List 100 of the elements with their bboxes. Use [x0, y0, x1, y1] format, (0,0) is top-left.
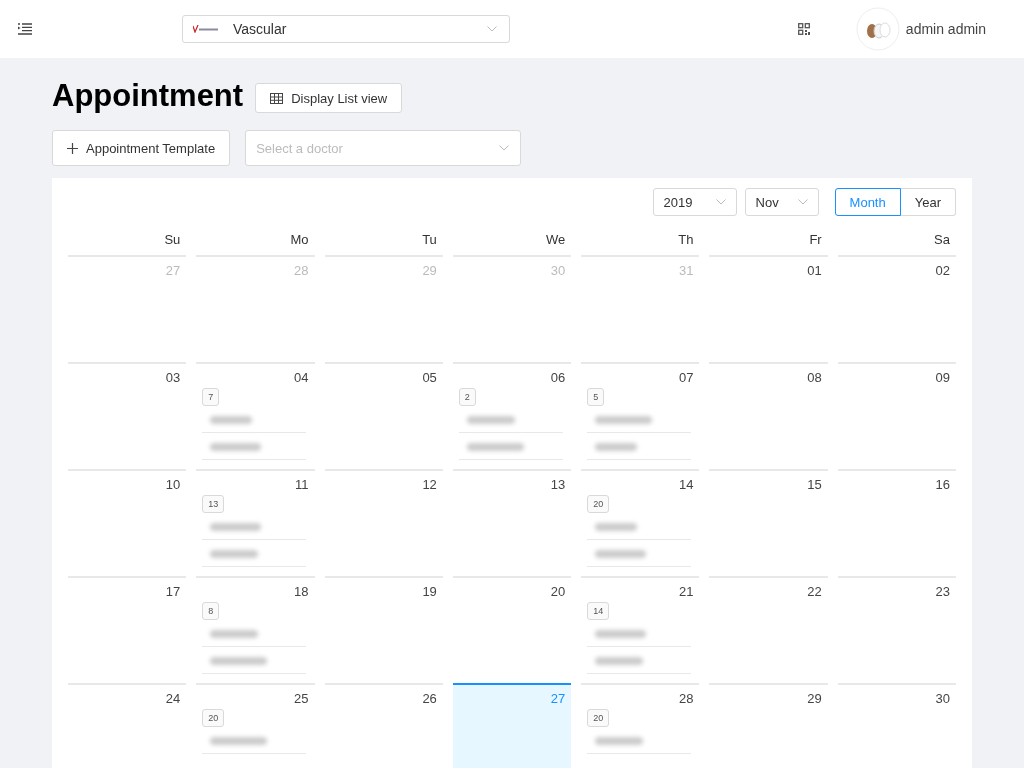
- day-cell[interactable]: 19: [324, 576, 443, 683]
- day-number: 29: [806, 691, 822, 707]
- appointment-count: 2: [458, 388, 476, 406]
- day-cell[interactable]: 17: [68, 576, 187, 683]
- day-cell[interactable]: 18 8: [196, 576, 315, 683]
- day-cell[interactable]: 04 7: [196, 362, 315, 469]
- day-cell[interactable]: 03: [68, 362, 187, 469]
- day-cell[interactable]: 28 20: [581, 683, 700, 768]
- day-cell[interactable]: 13: [452, 469, 572, 576]
- blurred-entry: [595, 443, 638, 451]
- weekday-label: Fr: [809, 232, 822, 247]
- day-number: 21: [677, 584, 694, 600]
- appointment-template-button[interactable]: Appointment Template: [52, 130, 231, 166]
- weekday-label: We: [545, 232, 566, 247]
- day-cell[interactable]: 10: [68, 469, 187, 576]
- day-number: 26: [421, 691, 437, 707]
- blurred-entry: [210, 523, 262, 531]
- day-number: 06: [549, 370, 566, 386]
- day-number: 31: [677, 263, 694, 279]
- weekday-label: Th: [678, 232, 694, 247]
- day-number: 09: [934, 370, 950, 386]
- menu-icon[interactable]: [18, 23, 32, 35]
- day-cell[interactable]: 11 13: [196, 469, 315, 576]
- day-cell[interactable]: 26: [324, 683, 443, 768]
- day-cell[interactable]: 16: [837, 469, 956, 576]
- day-cell[interactable]: 01: [709, 255, 828, 362]
- chevron-down-icon: [715, 199, 726, 205]
- day-cell[interactable]: 06 2: [452, 362, 572, 469]
- day-number: 18: [293, 584, 309, 600]
- day-number: 19: [421, 584, 437, 600]
- user-name[interactable]: admin admin: [905, 21, 986, 37]
- weekday-label: Mo: [290, 232, 309, 247]
- day-number: 27: [549, 691, 566, 707]
- blurred-entry: [210, 630, 259, 638]
- day-number: 12: [421, 477, 437, 493]
- day-number: 15: [806, 477, 822, 493]
- day-number: 07: [677, 370, 694, 386]
- day-number: 08: [806, 370, 822, 386]
- day-number: 29: [421, 263, 437, 279]
- appointment-count: 14: [587, 602, 610, 620]
- day-cell[interactable]: 29: [709, 683, 828, 768]
- day-cell[interactable]: 07 5: [581, 362, 700, 469]
- blurred-entry: [210, 416, 253, 424]
- day-number: 30: [934, 691, 950, 707]
- doctor-select[interactable]: Select a doctor: [245, 130, 522, 166]
- day-number: 14: [677, 477, 694, 493]
- day-cell[interactable]: 22: [709, 576, 828, 683]
- view-mode-tab[interactable]: Year: [900, 188, 956, 216]
- day-cell[interactable]: 14 20: [581, 469, 700, 576]
- day-cell[interactable]: 30: [837, 683, 956, 768]
- chevron-down-icon: [797, 199, 808, 205]
- plus-icon: [67, 142, 78, 154]
- day-cell[interactable]: 05: [324, 362, 443, 469]
- appointment-count: 13: [202, 495, 225, 513]
- day-cell[interactable]: 23: [837, 576, 956, 683]
- blurred-entry: [466, 416, 515, 424]
- day-number: 24: [164, 691, 181, 707]
- day-cell[interactable]: 12: [324, 469, 443, 576]
- day-number: 30: [549, 263, 566, 279]
- display-list-view-button[interactable]: Display List view: [255, 83, 403, 113]
- day-number: 05: [421, 370, 437, 386]
- day-cell[interactable]: 08: [709, 362, 828, 469]
- day-number: 25: [293, 691, 309, 707]
- day-number: 23: [934, 584, 950, 600]
- day-number: 02: [934, 263, 950, 279]
- blurred-entry: [595, 630, 647, 638]
- day-number: 28: [677, 691, 694, 707]
- appointment-count: 20: [587, 709, 610, 727]
- weekday-label: Sa: [934, 232, 950, 247]
- blurred-entry: [595, 416, 653, 424]
- weekday-label: Su: [164, 232, 181, 247]
- blurred-entry: [595, 657, 644, 665]
- blurred-entry: [210, 737, 268, 745]
- day-number: 11: [294, 477, 309, 493]
- appointment-count: 7: [202, 388, 220, 406]
- day-number: 10: [164, 477, 181, 493]
- day-number: 16: [934, 477, 950, 493]
- blurred-entry: [595, 737, 644, 745]
- day-number: 04: [293, 370, 309, 386]
- day-cell[interactable]: 25 20: [196, 683, 315, 768]
- day-number: 27: [164, 263, 181, 279]
- day-number: 01: [806, 263, 822, 279]
- appointment-count: 20: [202, 709, 225, 727]
- blurred-entry: [210, 657, 268, 665]
- page-title: Appointment: [52, 78, 244, 114]
- month-select[interactable]: Nov: [744, 188, 819, 216]
- table-icon: [270, 92, 284, 104]
- day-cell[interactable]: 21 14: [581, 576, 700, 683]
- clinic-select[interactable]: Vascular: [182, 15, 510, 43]
- day-cell[interactable]: 09: [837, 362, 956, 469]
- blurred-entry: [466, 443, 524, 451]
- user-avatar[interactable]: [855, 7, 900, 51]
- day-cell[interactable]: 15: [709, 469, 828, 576]
- blurred-entry: [595, 523, 638, 531]
- year-select[interactable]: 2019: [652, 188, 737, 216]
- day-cell[interactable]: 02: [837, 255, 956, 362]
- day-cell[interactable]: 24: [68, 683, 187, 768]
- qr-code-icon[interactable]: [797, 23, 810, 35]
- day-number: 17: [164, 584, 181, 600]
- day-number: 22: [806, 584, 822, 600]
